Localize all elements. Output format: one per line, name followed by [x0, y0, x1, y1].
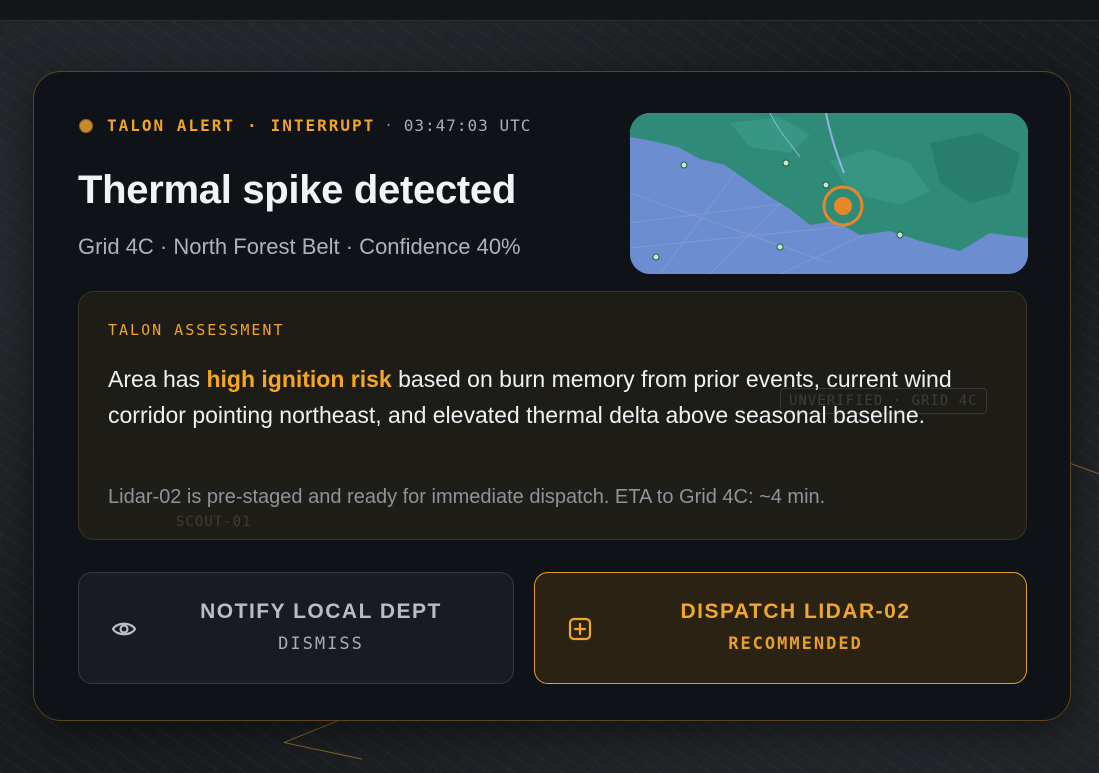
notify-button-label: NOTIFY LOCAL DEPT	[200, 600, 442, 623]
dispatch-button-text: DISPATCH LIDAR-02 RECOMMENDED	[535, 600, 1026, 654]
alert-source: TALON ALERT	[107, 116, 235, 135]
alert-title: Thermal spike detected	[78, 168, 517, 212]
assessment-note: Lidar-02 is pre-staged and ready for imm…	[108, 486, 826, 508]
assessment-highlight: high ignition risk	[206, 366, 392, 392]
bg-unverified-label: UNVERIFIED · GRID 4C	[780, 388, 987, 414]
dispatch-button-sublabel: RECOMMENDED	[728, 634, 863, 654]
header-separator: ·	[384, 117, 395, 134]
assessment-panel: TALON ASSESSMENT Area has high ignition …	[78, 291, 1027, 540]
notify-button-sublabel: DISMISS	[278, 634, 364, 654]
bg-scout-label: SCOUT-01	[176, 514, 252, 530]
assessment-label: TALON ASSESSMENT	[108, 321, 285, 339]
alert-status-dot	[79, 118, 93, 133]
notify-local-dept-button[interactable]: NOTIFY LOCAL DEPT DISMISS	[78, 572, 514, 684]
location-map[interactable]	[630, 113, 1028, 274]
dispatch-button-label: DISPATCH LIDAR-02	[680, 600, 911, 623]
alert-separator: ·	[246, 116, 259, 135]
alert-header: TALON ALERT · INTERRUPT · 03:47:03 UTC	[79, 116, 531, 135]
top-bar	[0, 0, 1099, 21]
alert-subtitle: Grid 4C · North Forest Belt · Confidence…	[78, 234, 521, 259]
alert-time: 03:47:03 UTC	[403, 116, 532, 135]
dispatch-lidar-button[interactable]: DISPATCH LIDAR-02 RECOMMENDED	[534, 572, 1027, 684]
map-graphic	[630, 113, 1028, 274]
target-marker-icon	[834, 197, 852, 215]
alert-type: INTERRUPT	[270, 116, 376, 135]
notify-button-text: NOTIFY LOCAL DEPT DISMISS	[79, 600, 513, 654]
assessment-body-prefix: Area has	[108, 366, 207, 392]
